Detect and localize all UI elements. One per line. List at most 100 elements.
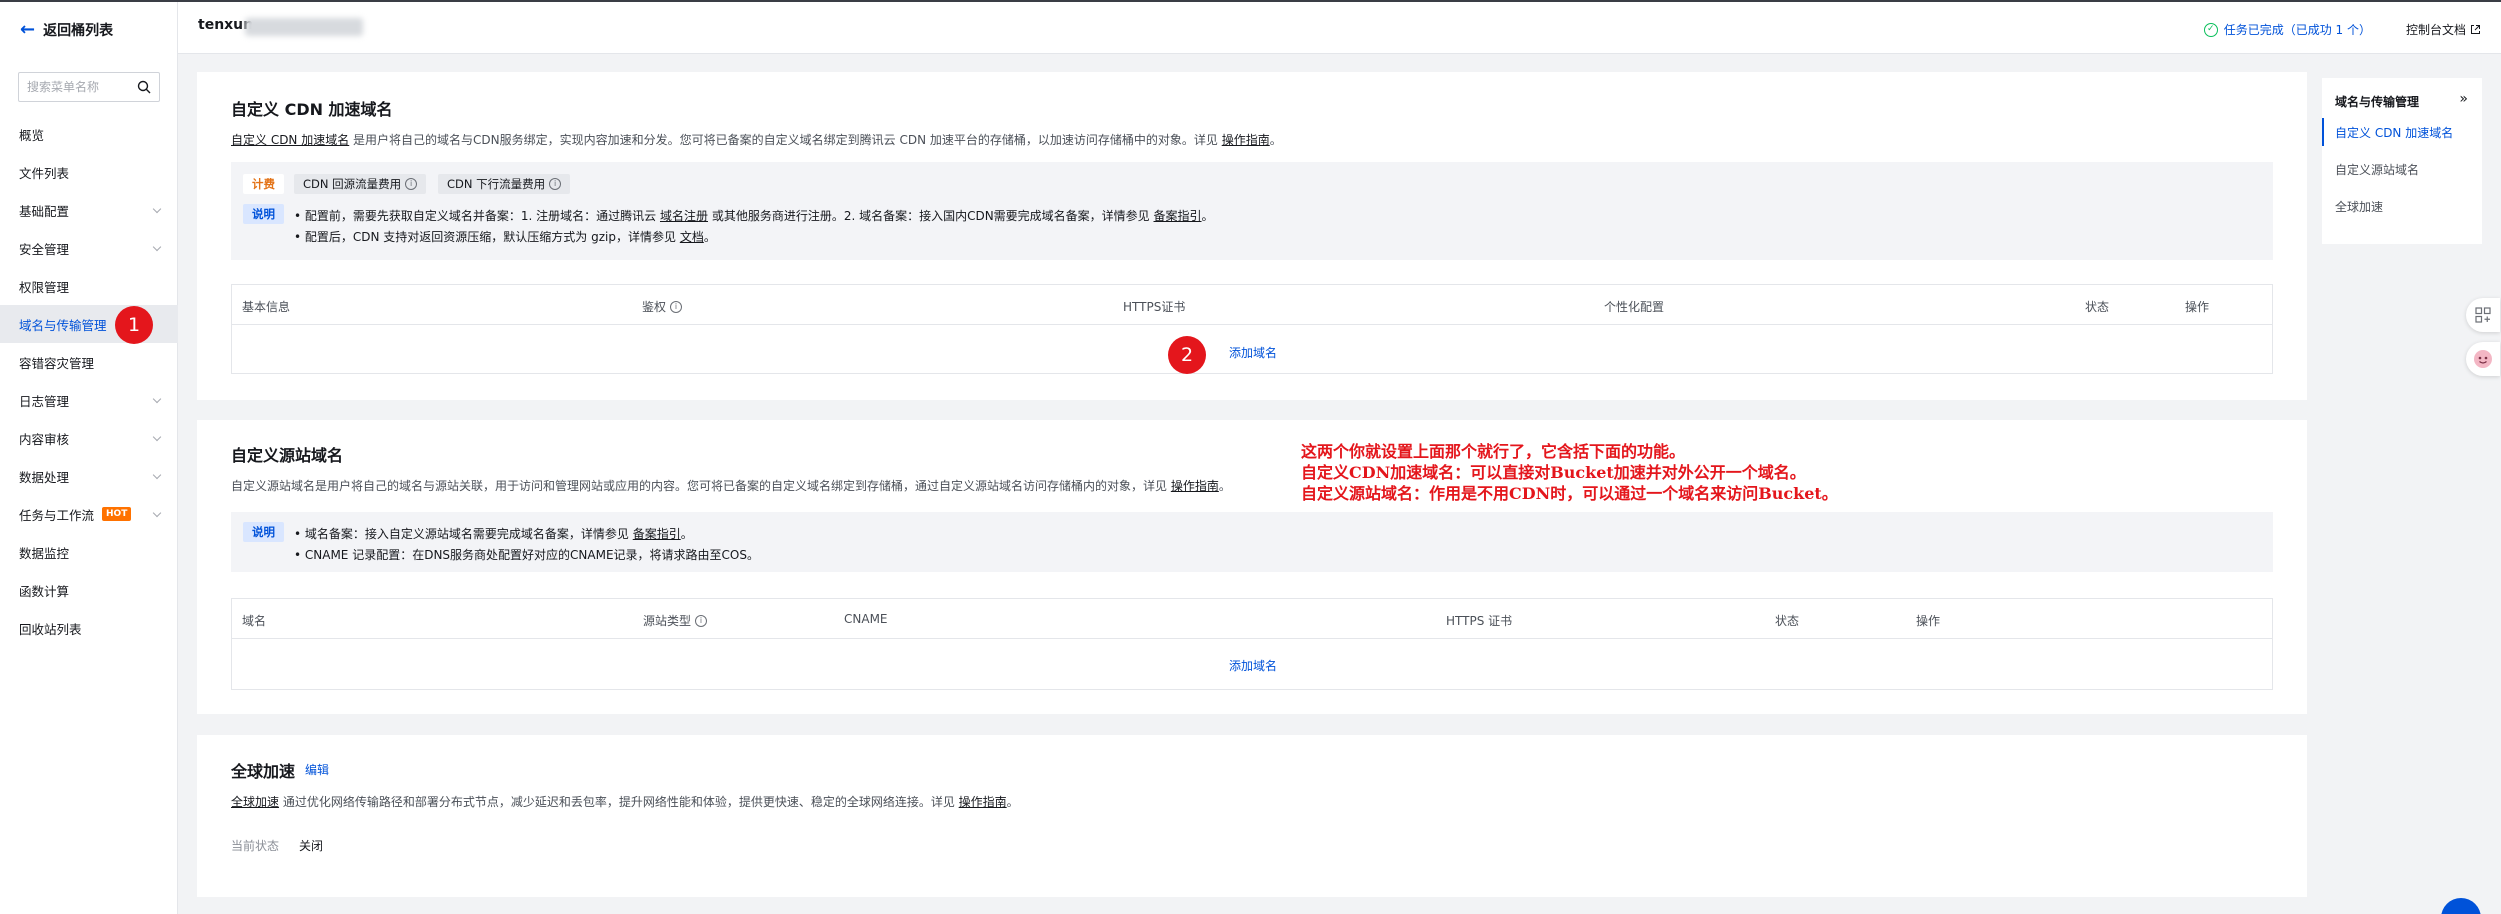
- global-desc-text: 通过优化网络传输路径和部署分布式节点，减少延迟和丢包率，提升网络性能和体验，提供…: [279, 795, 959, 809]
- column-https: HTTPS证书: [1123, 300, 1186, 314]
- note-text: • 配置前，需要先获取自定义域名并备案：1. 注册域名：通过腾讯云: [294, 209, 660, 223]
- external-link-icon: [2471, 25, 2480, 34]
- cdn-note-line-1: • 配置前，需要先获取自定义域名并备案：1. 注册域名：通过腾讯云 域名注册 或…: [294, 207, 1214, 224]
- annotation-note-line: 这两个你就设置上面那个就行了，它含括下面的功能。: [1301, 442, 1686, 461]
- sidebar-item-label: 容错容灾管理: [19, 355, 95, 371]
- column-cname: CNAME: [844, 612, 888, 626]
- search-icon[interactable]: [137, 80, 151, 94]
- column-custom-config: 个性化配置: [1604, 300, 1665, 314]
- sidebar-item-logs[interactable]: 日志管理: [0, 381, 178, 419]
- origin-section-title: 自定义源站域名: [231, 446, 344, 465]
- origin-desc-text: 自定义源站域名是用户将自己的域名与源站关联，用于访问和管理网站或应用的内容。您可…: [231, 479, 1171, 493]
- icp-guide-link[interactable]: 备案指引: [1154, 209, 1202, 223]
- column-https: HTTPS 证书: [1446, 614, 1513, 628]
- column-actions: 操作: [2185, 300, 2210, 314]
- column-origin-type: 源站类型 i: [643, 612, 708, 629]
- note-text: • 域名备案：接入自定义源站域名需要完成域名备案，详情参见: [294, 527, 633, 541]
- cdn-domain-table: 基本信息 鉴权 i HTTPS证书 个性化配置 状态 操作 添加域名: [231, 284, 2273, 374]
- anchor-origin-domain[interactable]: 自定义源站域名: [2322, 155, 2482, 183]
- floating-grid-button[interactable]: [2466, 298, 2500, 332]
- sidebar-item-basic-config[interactable]: 基础配置: [0, 191, 178, 229]
- help-corner-button[interactable]: [2441, 898, 2481, 914]
- status-value: 关闭: [299, 839, 324, 853]
- icp-guide-link[interactable]: 备案指引: [633, 527, 681, 541]
- column-basic-info: 基本信息: [242, 300, 291, 314]
- hot-badge: HOT: [102, 507, 132, 521]
- right-anchor-panel: 域名与传输管理 » 自定义 CDN 加速域名 自定义源站域名 全球加速: [2322, 78, 2482, 244]
- check-circle-icon: ✓: [2203, 22, 2218, 37]
- column-auth-label: 鉴权: [642, 300, 667, 314]
- cdn-note-line-2: • 配置后，CDN 支持对返回资源压缩，默认压缩方式为 gzip，详情参见 文档…: [294, 228, 716, 245]
- chevron-down-icon: [152, 394, 162, 404]
- chevron-down-icon: [152, 204, 162, 214]
- status-label: 当前状态: [231, 839, 280, 853]
- table-header: 域名 源站类型 i CNAME HTTPS 证书 状态 操作: [232, 599, 2272, 639]
- column-status: 状态: [2085, 300, 2110, 314]
- global-edit-link[interactable]: 编辑: [305, 761, 329, 778]
- origin-domain-table: 域名 源站类型 i CNAME HTTPS 证书 状态 操作 添加域名: [231, 598, 2273, 690]
- grid-plus-icon: [2475, 307, 2491, 323]
- gzip-doc-link[interactable]: 文档: [680, 230, 704, 244]
- info-icon[interactable]: i: [670, 300, 683, 313]
- sidebar-item-label: 函数计算: [19, 583, 70, 599]
- cdn-domain-card: 自定义 CDN 加速域名 自定义 CDN 加速域名 是用户将自己的域名与CDN服…: [197, 72, 2307, 400]
- anchor-global-acceleration[interactable]: 全球加速: [2322, 192, 2482, 220]
- menu-search-input[interactable]: [27, 80, 137, 94]
- sidebar-item-recycle-bin[interactable]: 回收站列表: [0, 609, 178, 647]
- cdn-doc-link[interactable]: 自定义 CDN 加速域名: [231, 133, 349, 147]
- sidebar-item-permissions[interactable]: 权限管理: [0, 267, 178, 305]
- column-domain: 域名: [242, 614, 267, 628]
- cdn-description: 自定义 CDN 加速域名 是用户将自己的域名与CDN服务绑定，实现内容加速和分发…: [231, 131, 1282, 148]
- redacted-bucket-suffix: [245, 18, 363, 36]
- info-icon: i: [405, 178, 418, 190]
- chevron-down-icon: [152, 432, 162, 442]
- sidebar-item-tasks-workflow[interactable]: 任务与工作流 HOT: [0, 495, 178, 533]
- note-text: 。: [680, 527, 693, 541]
- sidebar-item-label: 权限管理: [19, 279, 70, 295]
- sidebar-menu: 概览 文件列表 基础配置 安全管理 权限管理 域名与传输管理 容错容灾管理 日志…: [0, 115, 178, 647]
- sidebar-item-data-monitoring[interactable]: 数据监控: [0, 533, 178, 571]
- collapse-icon[interactable]: »: [2459, 91, 2468, 107]
- sidebar-item-label: 概览: [19, 127, 45, 143]
- annotation-marker-2: 2: [1168, 336, 1206, 374]
- anchor-cdn-domain[interactable]: 自定义 CDN 加速域名: [2322, 118, 2482, 146]
- sidebar-item-label: 文件列表: [19, 165, 70, 181]
- note-text: • 配置后，CDN 支持对返回资源压缩，默认压缩方式为 gzip，详情参见: [294, 230, 680, 244]
- sidebar-item-label: 数据监控: [19, 545, 70, 561]
- domain-register-link[interactable]: 域名注册: [660, 209, 708, 223]
- cdn-guide-link[interactable]: 操作指南: [1222, 133, 1270, 147]
- sidebar-item-content-review[interactable]: 内容审核: [0, 419, 178, 457]
- origin-guide-link[interactable]: 操作指南: [1171, 479, 1219, 493]
- back-to-bucket-list-button[interactable]: ← 返回桶列表: [20, 20, 113, 40]
- console-doc-label: 控制台文档: [2405, 23, 2466, 37]
- column-status: 状态: [1775, 614, 1800, 628]
- global-doc-link[interactable]: 全球加速: [231, 795, 279, 809]
- origin-note-line-1: • 域名备案：接入自定义源站域名需要完成域名备案，详情参见 备案指引。: [294, 525, 693, 542]
- origin-add-domain-link[interactable]: 添加域名: [1229, 657, 1277, 674]
- sidebar-item-label: 域名与传输管理: [19, 317, 107, 333]
- cdn-downstream-fee-tag[interactable]: CDN 下行流量费用 i: [438, 174, 571, 194]
- chevron-down-icon: [152, 242, 162, 252]
- sidebar-item-fault-tolerance[interactable]: 容错容灾管理: [0, 343, 178, 381]
- info-icon[interactable]: i: [695, 614, 708, 627]
- console-doc-link[interactable]: 控制台文档: [2406, 21, 2481, 38]
- annotation-note: 这两个你就设置上面那个就行了，它含括下面的功能。 自定义CDN加速域名：可以直接…: [1301, 441, 1838, 504]
- global-guide-link[interactable]: 操作指南: [959, 795, 1007, 809]
- sidebar-item-label: 任务与工作流: [19, 507, 95, 523]
- sidebar-item-label: 安全管理: [19, 241, 70, 257]
- sidebar-item-data-processing[interactable]: 数据处理: [0, 457, 178, 495]
- cdn-add-domain-link[interactable]: 添加域名: [1229, 344, 1277, 361]
- note-text: 。: [1201, 209, 1214, 223]
- task-status-link[interactable]: ✓ 任务已完成（已成功 1 个）: [2203, 21, 2371, 38]
- sidebar-item-function-compute[interactable]: 函数计算: [0, 571, 178, 609]
- sidebar-item-security[interactable]: 安全管理: [0, 229, 178, 267]
- sidebar: ← 返回桶列表 概览 文件列表 基础配置 安全管理 权限管理 域名与传输管理 容…: [0, 2, 178, 914]
- floating-assistant-button[interactable]: [2466, 342, 2500, 376]
- task-status-text: 任务已完成（已成功 1 个）: [2223, 23, 2371, 37]
- sidebar-item-overview[interactable]: 概览: [0, 115, 178, 153]
- column-actions: 操作: [1916, 614, 1941, 628]
- cdn-origin-fee-tag[interactable]: CDN 回源流量费用 i: [294, 174, 427, 194]
- sidebar-item-label: 数据处理: [19, 469, 70, 485]
- sidebar-item-file-list[interactable]: 文件列表: [0, 153, 178, 191]
- note-text: 。: [703, 230, 716, 244]
